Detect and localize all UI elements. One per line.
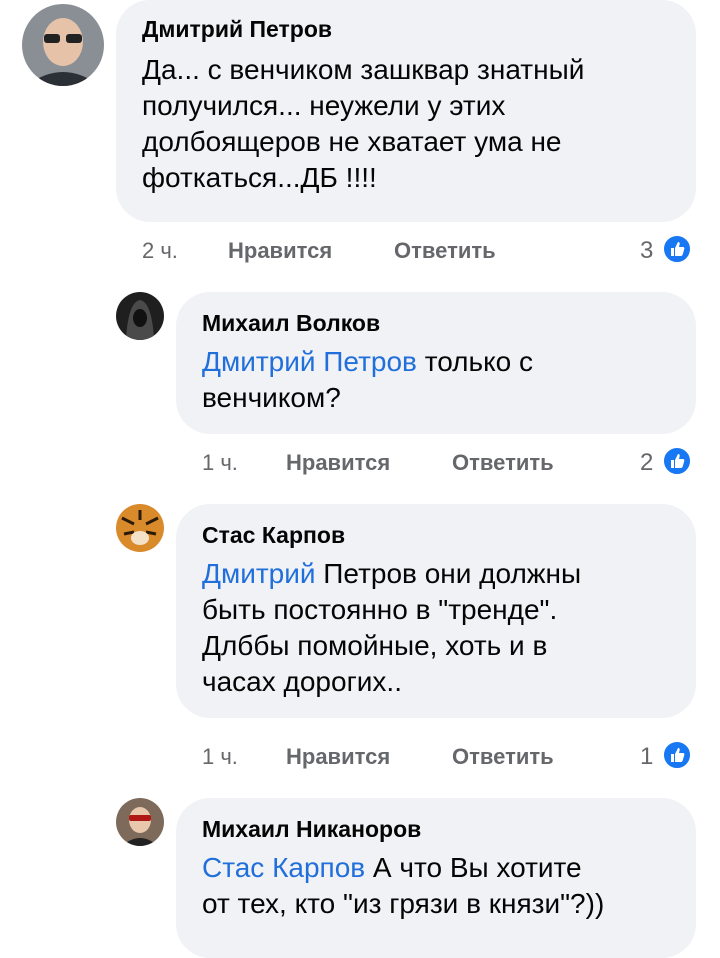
comment-text-line: часах дорогих.. <box>202 666 402 697</box>
comment-text-line: Длббы помойные, хоть и в <box>202 630 548 661</box>
reply-button[interactable]: Ответить <box>452 744 554 770</box>
avatar[interactable] <box>116 292 164 340</box>
like-button[interactable]: Нравится <box>228 238 332 264</box>
comment-text-fragment: только с <box>416 346 534 377</box>
avatar-image <box>22 4 104 86</box>
comment-text-line: Стас Карпов А что Вы хотите <box>202 850 692 886</box>
reaction-count[interactable]: 1 <box>640 743 653 771</box>
avatar[interactable] <box>116 504 164 552</box>
mention-link[interactable]: Стас Карпов <box>202 852 365 883</box>
comment-text: Дмитрий Петров только с венчиком? <box>202 344 682 416</box>
comment-author[interactable]: Михаил Волков <box>202 310 380 337</box>
comment-text-line: Дмитрий Петров они должны <box>202 556 682 592</box>
comment-text-line: быть постоянно в "тренде". <box>202 594 558 625</box>
avatar[interactable] <box>116 798 164 846</box>
like-button[interactable]: Нравится <box>286 744 390 770</box>
avatar-image <box>116 504 164 552</box>
comment-text-line: получился... неужели у этих <box>142 90 506 121</box>
comment-text-fragment: А что Вы хотите <box>365 852 582 883</box>
comment-time[interactable]: 2 ч. <box>142 238 178 264</box>
comment-text-line: долбоящеров не хватает ума не <box>142 126 562 157</box>
comment-text: Стас Карпов А что Вы хотите от тех, кто … <box>202 850 692 922</box>
reaction-count[interactable]: 2 <box>640 449 653 477</box>
mention-link[interactable]: Дмитрий Петров <box>202 346 417 377</box>
like-button[interactable]: Нравится <box>286 450 390 476</box>
avatar-image <box>116 292 164 340</box>
reaction-count[interactable]: 3 <box>640 237 653 265</box>
comment-text-line: от тех, кто "из грязи в князи"?)) <box>202 888 605 919</box>
comment-actions: 1 ч. Нравится Ответить <box>202 450 702 480</box>
comment-text-line: Дмитрий Петров только с <box>202 344 682 380</box>
comment-time[interactable]: 1 ч. <box>202 450 238 476</box>
comment-text-line: венчиком? <box>202 382 341 413</box>
mention-link[interactable]: Дмитрий <box>202 558 316 589</box>
like-thumb-icon[interactable] <box>662 740 692 770</box>
comment-4: Михаил Никаноров Стас Карпов А что Вы хо… <box>0 790 720 958</box>
comment-text: Дмитрий Петров они должны быть постоянно… <box>202 556 682 700</box>
reply-button[interactable]: Ответить <box>394 238 496 264</box>
comment-author[interactable]: Стас Карпов <box>202 522 345 549</box>
comment-author[interactable]: Дмитрий Петров <box>142 16 332 43</box>
comment-text-line: Да... с венчиком зашквар знатный <box>142 54 585 85</box>
reply-button[interactable]: Ответить <box>452 450 554 476</box>
comment-text-fragment: Петров они должны <box>315 558 582 589</box>
avatar-image <box>116 798 164 846</box>
comment-text-line: фоткаться...ДБ !!!! <box>142 162 377 193</box>
comment-3: Стас Карпов Дмитрий Петров они должны бы… <box>0 490 720 790</box>
like-thumb-icon[interactable] <box>662 446 692 476</box>
comment-actions: 2 ч. Нравится Ответить <box>142 238 702 268</box>
comment-author[interactable]: Михаил Никаноров <box>202 816 421 843</box>
comment-1: Дмитрий Петров Да... с венчиком зашквар … <box>0 0 720 280</box>
comment-2: Михаил Волков Дмитрий Петров только с ве… <box>0 280 720 490</box>
like-thumb-icon[interactable] <box>662 234 692 264</box>
avatar[interactable] <box>22 4 104 86</box>
comment-actions: 1 ч. Нравится Ответить <box>202 744 702 774</box>
comment-time[interactable]: 1 ч. <box>202 744 238 770</box>
comment-text: Да... с венчиком зашквар знатный получил… <box>142 52 682 196</box>
